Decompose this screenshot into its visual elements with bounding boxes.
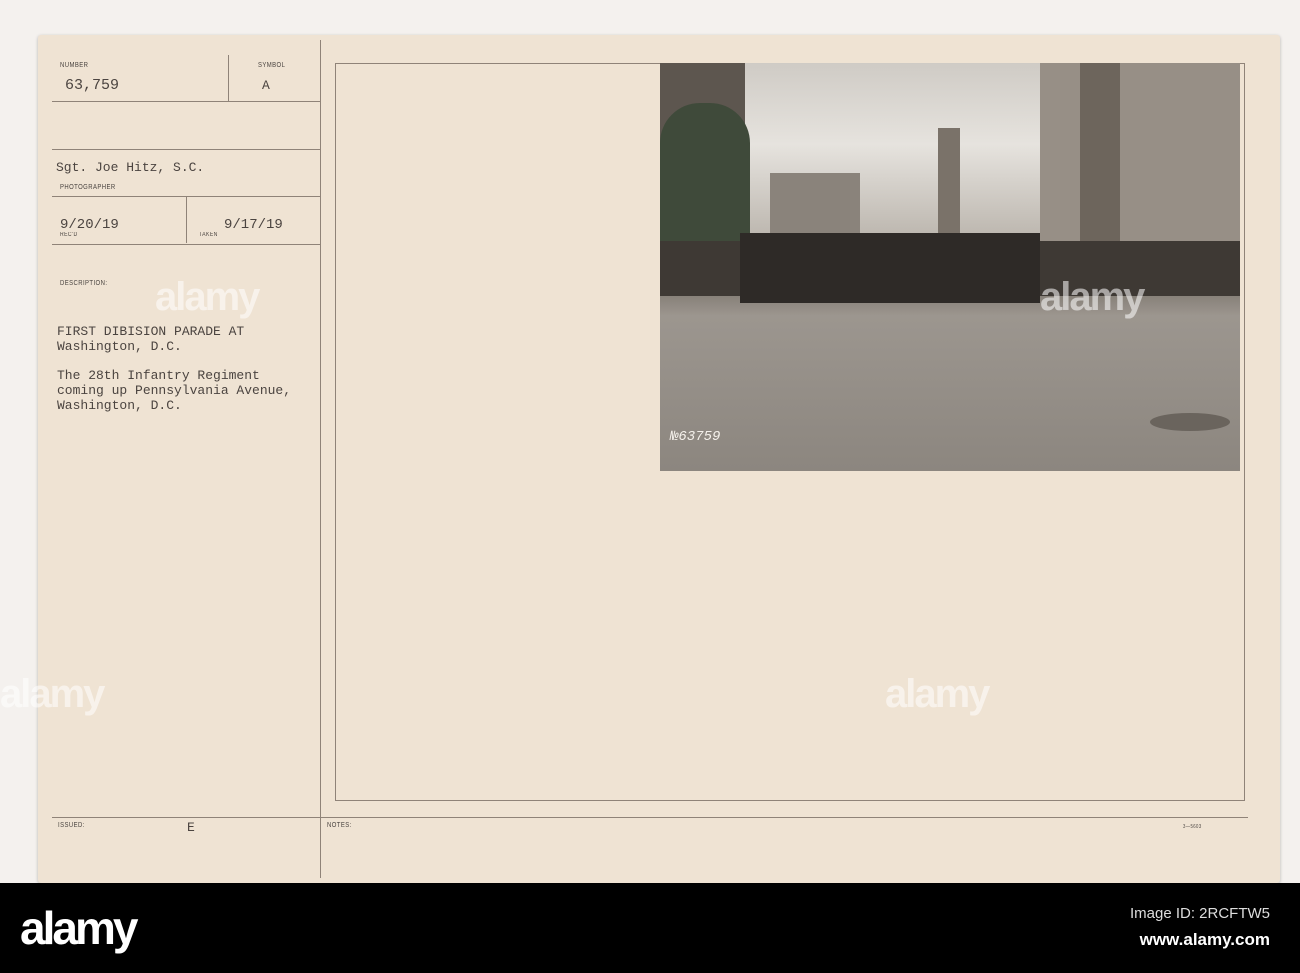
symbol-value: A [262,78,270,93]
description-line: FIRST DIBISION PARADE AT [57,324,245,339]
taken-value: 9/17/19 [224,217,283,233]
parade-photograph: №63759 [660,63,1240,471]
footer-bar: alamy Image ID: 2RCFTW5 www.alamy.com [0,883,1300,973]
description-line: Washington, D.C. [57,398,182,413]
issued-label: ISSUED: [58,822,85,829]
photographer-label: PHOTOGRAPHER [60,184,116,191]
description-line: Washington, D.C. [57,339,182,354]
description-text: FIRST DIBISION PARADE AT Washington, D.C… [57,324,291,413]
form-code: 3—5603 [1183,824,1202,830]
description-line: The 28th Infantry Regiment [57,368,260,383]
image-id: Image ID: 2RCFTW5 [1129,905,1270,922]
photo-number: №63759 [670,429,721,445]
watermark: alamy [155,275,260,319]
photographer-value: Sgt. Joe Hitz, S.C. [56,160,205,175]
recd-label: REC'D [60,232,78,238]
issued-value: E [187,820,195,835]
alamy-logo: alamy [20,902,138,954]
alamy-url[interactable]: www.alamy.com [1140,930,1270,950]
number-value: 63,759 [65,77,120,94]
watermark: alamy [0,672,105,716]
symbol-label: SYMBOL [258,62,286,69]
taken-label: TAKEN [199,232,218,238]
recd-value: 9/20/19 [60,217,119,233]
notes-label: NOTES: [327,822,352,829]
description-line [57,354,291,368]
watermark: alamy [885,672,990,716]
watermark: alamy [1040,275,1145,319]
description-label: DESCRIPTION: [60,280,108,287]
description-line: coming up Pennsylvania Avenue, [57,383,292,398]
number-label: NUMBER [60,62,89,69]
